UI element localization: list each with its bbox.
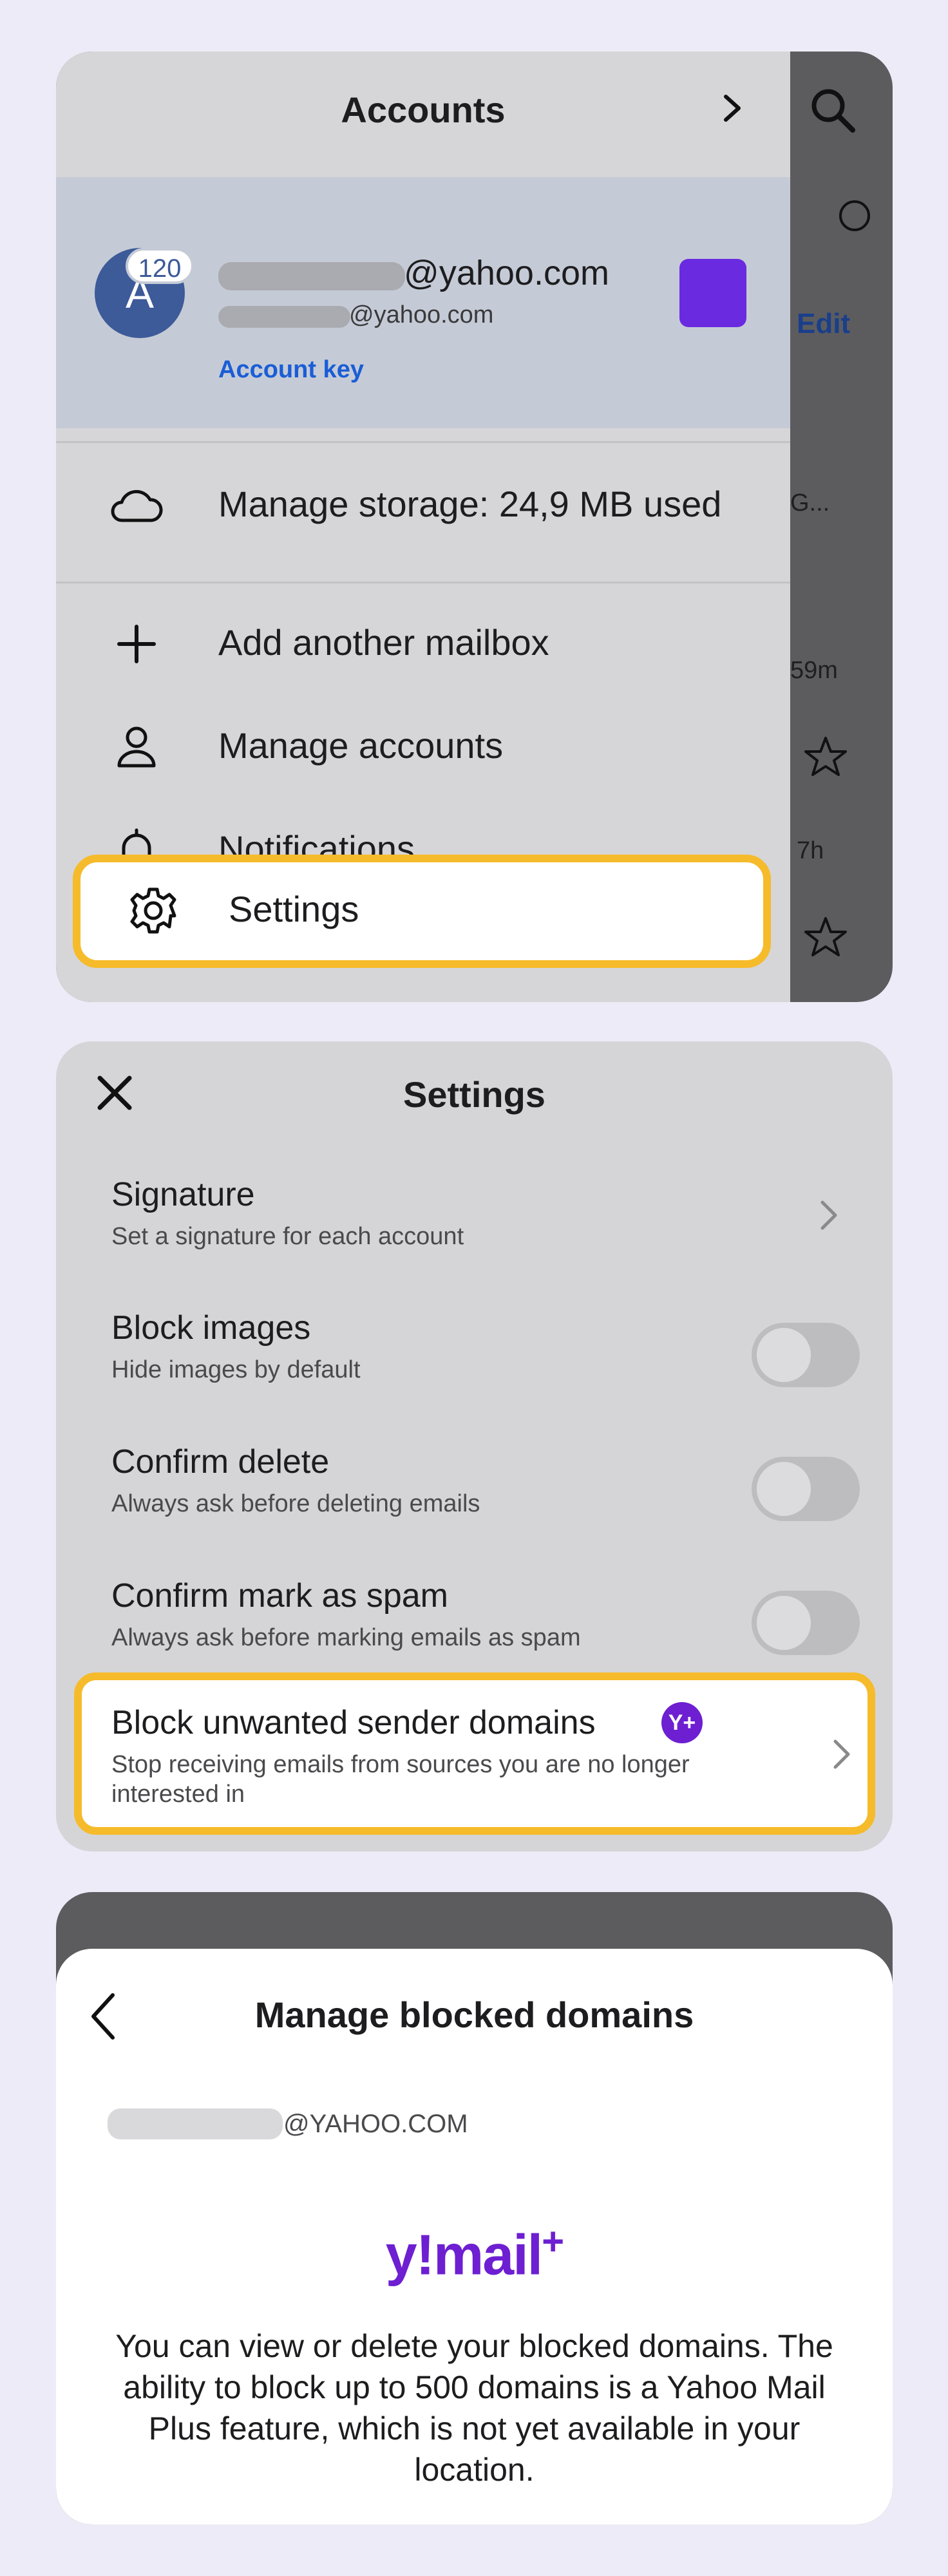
plus-icon: [117, 625, 156, 663]
row-title: Confirm mark as spam: [111, 1577, 448, 1615]
row-description: Always ask before marking emails as spam: [111, 1624, 581, 1651]
blocked-domains-sheet: Manage blocked domains @YAHOO.COM y!mail…: [56, 1949, 893, 2524]
account-email: @YAHOO.COM: [283, 2110, 468, 2138]
cloud-icon: [111, 489, 163, 522]
row-description: Stop receiving emails from sources you a…: [111, 1751, 690, 1808]
toggle-knob: [757, 1328, 811, 1382]
confirm-delete-toggle[interactable]: [752, 1457, 860, 1521]
info-message: You can view or delete your blocked doma…: [115, 2328, 833, 2488]
email-snippet: G...: [790, 489, 830, 516]
menu-item-settings[interactable]: Settings: [73, 855, 771, 968]
yahoo-plus-badge: Y+: [661, 1702, 703, 1743]
radio-icon[interactable]: [835, 196, 874, 235]
accounts-screen: Edit G... 59m 7h Accounts A 120 @yahoo.c…: [56, 52, 893, 1002]
drawer-title: Accounts: [341, 90, 506, 130]
gear-icon: [130, 887, 176, 934]
row-title: Block images: [111, 1309, 311, 1347]
redacted-username: [108, 2108, 283, 2139]
confirm-spam-toggle[interactable]: [752, 1591, 860, 1655]
star-icon[interactable]: [803, 734, 848, 779]
row-description: Always ask before deleting emails: [111, 1490, 480, 1517]
menu-item-label: Manage accounts: [218, 725, 504, 766]
settings-row-confirm-spam: Confirm mark as spam Always ask before m…: [56, 1558, 893, 1687]
toggle-knob: [757, 1462, 811, 1516]
row-description: Set a signature for each account: [111, 1223, 464, 1250]
unread-count-badge: 120: [126, 248, 194, 284]
divider: [56, 441, 790, 443]
chevron-right-icon: [833, 1739, 850, 1769]
background-inbox-strip: Edit G... 59m 7h: [790, 52, 893, 1002]
drawer-header: Accounts: [56, 52, 790, 177]
divider: [56, 582, 790, 583]
page-title: Settings: [403, 1074, 545, 1115]
page-title: Manage blocked domains: [254, 1994, 694, 2035]
email-time: 7h: [797, 837, 824, 864]
email-time: 59m: [790, 657, 838, 684]
redacted-username: [218, 306, 350, 328]
edit-button[interactable]: Edit: [797, 308, 850, 340]
toggle-knob: [757, 1596, 811, 1650]
chevron-right-icon: [820, 1200, 837, 1230]
settings-row-confirm-delete: Confirm delete Always ask before deletin…: [56, 1425, 893, 1553]
primary-email: @yahoo.com: [404, 254, 609, 292]
logo-plus: +: [542, 2220, 564, 2263]
account-key-link[interactable]: Account key: [218, 356, 364, 384]
row-description: Hide images by default: [111, 1356, 361, 1383]
chevron-right-icon[interactable]: [713, 89, 752, 128]
settings-screen: Settings Signature Set a signature for e…: [56, 1041, 893, 1852]
settings-row-block-images: Block images Hide images by default: [56, 1291, 893, 1419]
account-color-swatch[interactable]: [679, 259, 746, 327]
redacted-username: [218, 262, 405, 290]
menu-item-manage-accounts[interactable]: Manage accounts: [56, 689, 790, 786]
menu-item-add-mailbox[interactable]: Add another mailbox: [56, 586, 790, 683]
menu-item-label: Manage storage: 24,9 MB used: [218, 484, 722, 524]
menu-item-label: Settings: [229, 889, 359, 929]
block-images-toggle[interactable]: [752, 1323, 860, 1387]
row-title: Block unwanted sender domains: [111, 1704, 596, 1741]
settings-row-signature[interactable]: Signature Set a signature for each accou…: [56, 1157, 893, 1286]
blocked-domains-screen: Manage blocked domains @YAHOO.COM y!mail…: [56, 1892, 893, 2524]
logo-text: y!mail: [385, 2222, 543, 2287]
current-account-card[interactable]: A 120 @yahoo.com @yahoo.com Account key: [56, 177, 790, 428]
row-title: Signature: [111, 1176, 255, 1213]
menu-item-label: Add another mailbox: [218, 622, 549, 663]
search-icon[interactable]: [806, 84, 858, 135]
secondary-email: @yahoo.com: [349, 301, 494, 328]
settings-row-block-domains[interactable]: Block unwanted sender domains Y+ Stop re…: [74, 1672, 875, 1835]
menu-item-manage-storage[interactable]: Manage storage: 24,9 MB used: [56, 448, 790, 544]
star-icon[interactable]: [803, 914, 848, 960]
yahoo-mail-plus-logo: y!mail+: [56, 2219, 893, 2287]
row-title: Confirm delete: [111, 1443, 330, 1481]
person-icon: [117, 726, 156, 768]
